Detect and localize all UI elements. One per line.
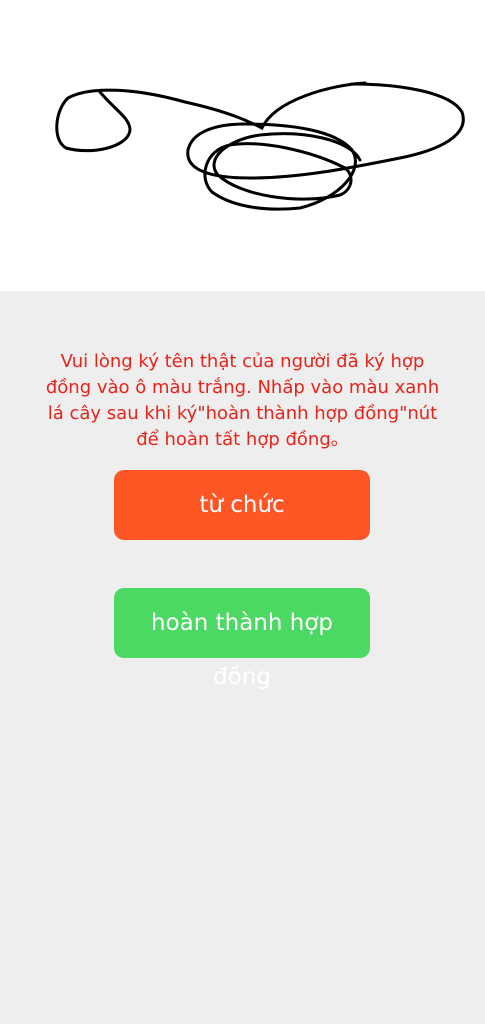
complete-button-label: hoàn thành hợp [150,610,334,636]
signature-pad[interactable] [0,0,485,291]
refuse-button-label: từ chức [199,492,285,518]
complete-button-label-overflow: đồng [213,664,271,690]
signature-stroke [55,81,465,211]
refuse-button[interactable]: từ chức [114,470,370,540]
complete-contract-button[interactable]: hoàn thành hợp đồng [114,588,370,690]
instruction-text: Vui lòng ký tên thật của người đã ký hợp… [45,351,440,450]
contract-sign-page: Vui lòng ký tên thật của người đã ký hợp… [0,0,485,1024]
